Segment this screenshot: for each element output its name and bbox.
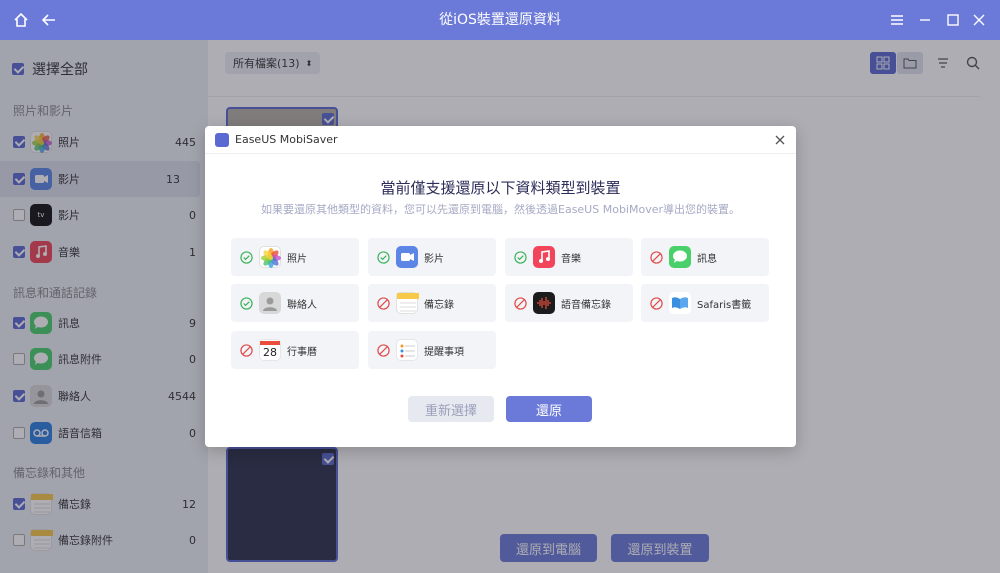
type-card-music: 音樂 (505, 238, 633, 276)
photos-icon (259, 246, 281, 268)
type-card-label: 影片 (424, 253, 444, 265)
type-card-photos: 照片 (231, 238, 359, 276)
close-icon[interactable] (772, 132, 788, 148)
type-card-calendar: 28 行事曆 (231, 331, 359, 369)
unsupported-icon (377, 343, 390, 357)
supported-check-icon (514, 250, 527, 264)
supported-check-icon (240, 250, 253, 264)
title-bar: 從iOS裝置還原資料 (0, 0, 1000, 40)
books-icon (669, 292, 691, 314)
maximize-icon[interactable] (942, 9, 964, 31)
messages-icon (669, 246, 691, 268)
type-card-label: 聯絡人 (287, 299, 317, 311)
type-card-safari-bookmarks: Safaris書籤 (641, 284, 769, 322)
calendar-icon: 28 (259, 339, 281, 361)
voice-memos-icon (533, 292, 555, 314)
video-icon (396, 246, 418, 268)
type-card-voice-memos: 語音備忘錄 (505, 284, 633, 322)
easeus-logo-icon (215, 133, 229, 147)
calendar-header (260, 341, 280, 345)
unsupported-icon (650, 296, 663, 310)
dialog-header: EaseUS MobiSaver (205, 126, 796, 154)
dialog-title: EaseUS MobiSaver (235, 133, 338, 146)
type-card-label: 備忘錄 (424, 299, 454, 311)
menu-icon[interactable] (886, 9, 908, 31)
supported-types-dialog: EaseUS MobiSaver 當前僅支援還原以下資料類型到裝置 如果要還原其… (205, 126, 796, 447)
type-card-messages: 訊息 (641, 238, 769, 276)
type-card-contacts: 聯絡人 (231, 284, 359, 322)
supported-check-icon (377, 250, 390, 264)
supported-check-icon (240, 296, 253, 310)
window-title: 從iOS裝置還原資料 (439, 12, 561, 28)
unsupported-icon (377, 296, 390, 310)
dialog-heading: 當前僅支援還原以下資料類型到裝置 (380, 179, 621, 197)
type-card-label: 行事曆 (287, 346, 317, 358)
unsupported-icon (650, 250, 663, 264)
restore-button[interactable]: 還原 (506, 396, 592, 422)
reminders-icon (396, 339, 418, 361)
reselect-button[interactable]: 重新選擇 (408, 396, 494, 422)
type-card-label: 照片 (287, 253, 307, 265)
minimize-icon[interactable] (914, 9, 936, 31)
notes-icon (396, 292, 419, 314)
type-card-notes: 備忘錄 (368, 284, 496, 322)
type-card-videos: 影片 (368, 238, 496, 276)
close-icon[interactable] (968, 9, 990, 31)
dialog-subheading: 如果要還原其他類型的資料，您可以先還原到電腦，然後透過EaseUS MobiMo… (261, 203, 740, 216)
type-card-label: 訊息 (697, 253, 717, 265)
type-card-reminders: 提醒事項 (368, 331, 496, 369)
unsupported-icon (514, 296, 527, 310)
contacts-icon (259, 292, 281, 314)
type-card-label: 語音備忘錄 (561, 299, 611, 311)
type-card-label: 音樂 (561, 253, 581, 265)
calendar-day: 28 (263, 346, 277, 359)
type-card-label: Safaris書籤 (697, 299, 752, 311)
unsupported-icon (240, 343, 253, 357)
music-icon (533, 246, 555, 268)
type-card-label: 提醒事項 (424, 346, 464, 358)
